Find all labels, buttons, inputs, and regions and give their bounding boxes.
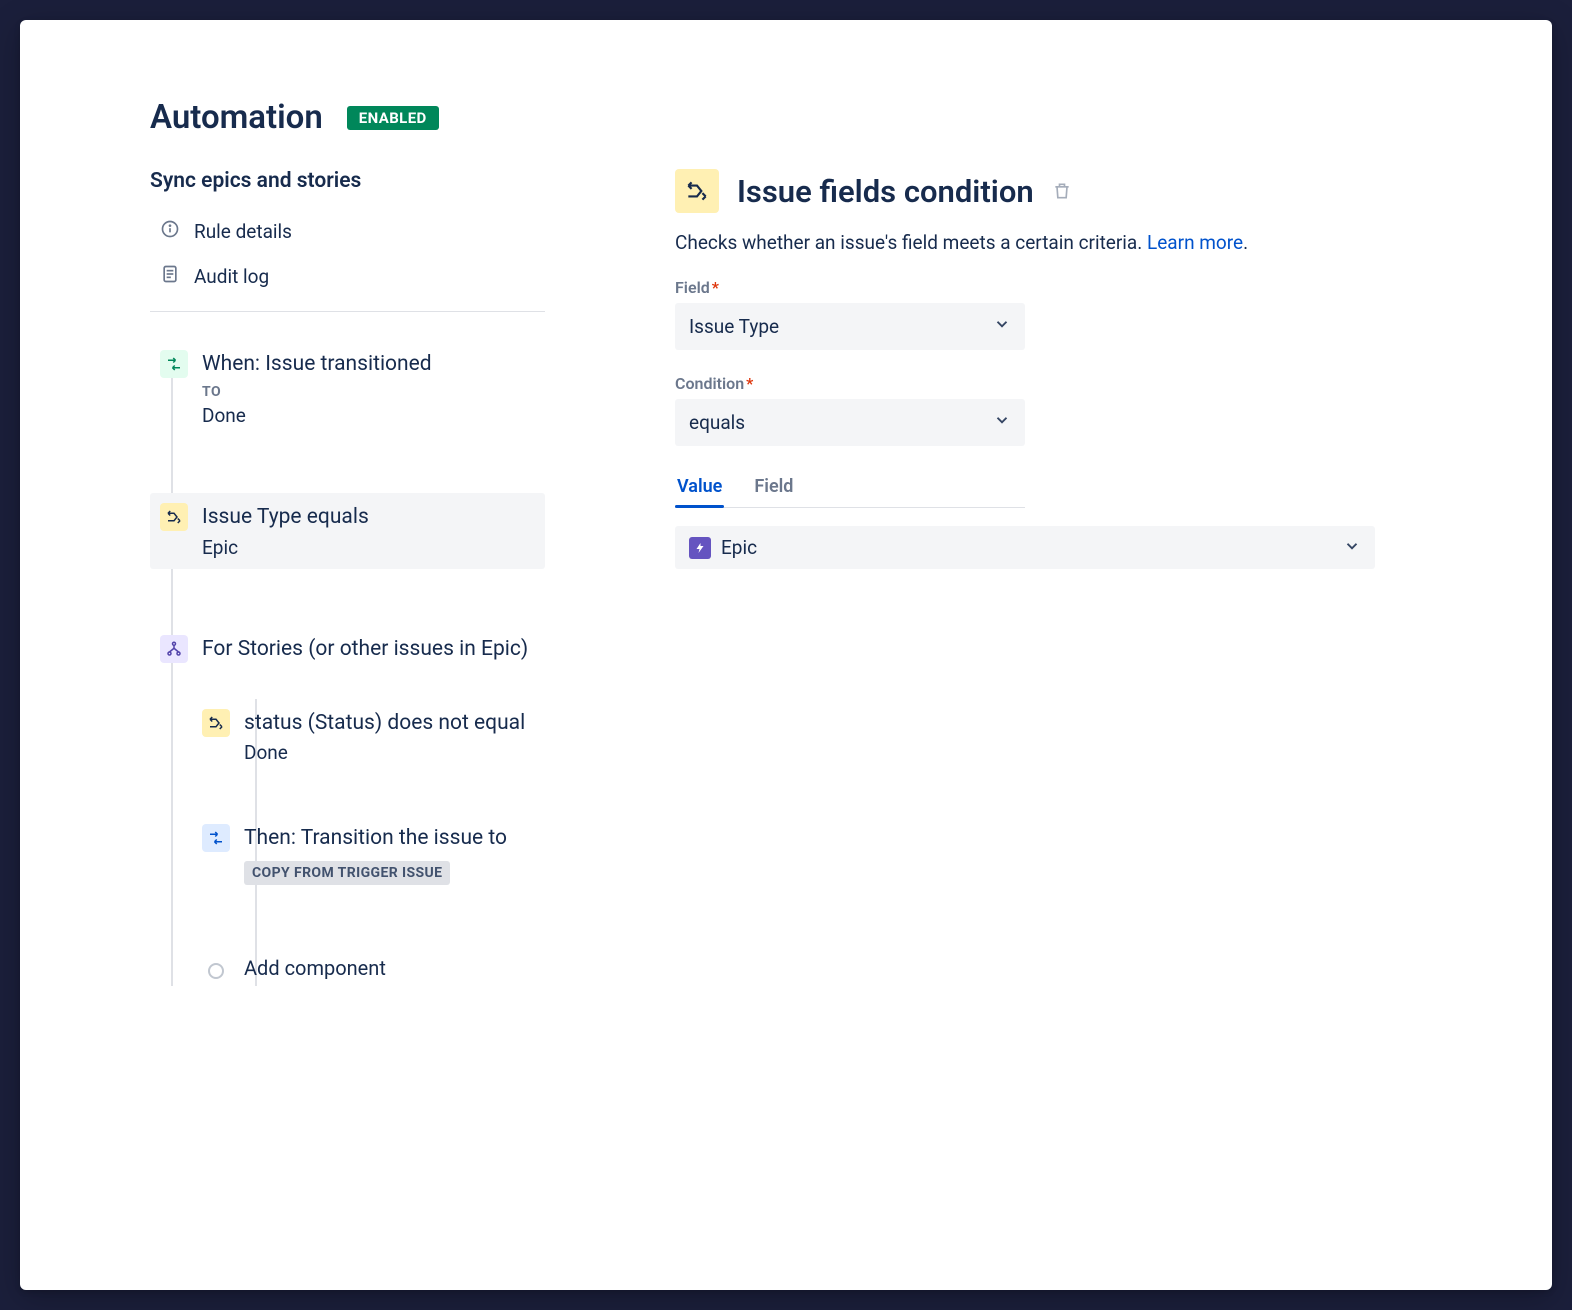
add-component-label: Add component (244, 955, 386, 982)
tab-value[interactable]: Value (675, 470, 724, 507)
flow-condition[interactable]: Issue Type equals Epic (150, 493, 545, 568)
field-label: Field* (675, 278, 1442, 297)
detail-title: Issue fields condition (737, 173, 1034, 210)
learn-more-link[interactable]: Learn more (1147, 231, 1243, 254)
condition-icon (202, 709, 230, 737)
detail-pane: Issue fields condition Checks whether an… (675, 169, 1442, 986)
audit-log-label: Audit log (194, 265, 269, 288)
rule-details-label: Rule details (194, 220, 292, 243)
condition-icon (675, 169, 719, 213)
delete-button[interactable] (1052, 181, 1072, 201)
action-icon (202, 824, 230, 852)
add-component-button[interactable]: Add component (192, 951, 545, 986)
status-badge: ENABLED (347, 106, 439, 130)
flow-condition-value: Epic (202, 536, 531, 559)
info-icon (160, 219, 180, 244)
flow-trigger-title: When: Issue transitioned (202, 350, 531, 378)
branch-icon (160, 635, 188, 663)
condition-select[interactable]: equals (675, 399, 1025, 446)
page-title: Automation (150, 98, 323, 137)
value-select-value: Epic (721, 536, 757, 559)
epic-icon (689, 537, 711, 559)
flow-trigger[interactable]: When: Issue transitioned TO Done (150, 340, 545, 437)
add-dot-icon (208, 963, 224, 979)
transition-icon (160, 350, 188, 378)
flow-nested-condition[interactable]: status (Status) does not equal Done (192, 699, 545, 774)
flow-branch-title: For Stories (or other issues in Epic) (202, 635, 531, 663)
flow-action-title: Then: Transition the issue to (244, 824, 531, 852)
chevron-down-icon (1343, 537, 1361, 559)
flow-trigger-to-value: Done (202, 404, 531, 427)
chevron-down-icon (993, 411, 1011, 434)
list-icon (160, 264, 180, 289)
flow-condition-title: Issue Type equals (202, 503, 531, 531)
tab-field[interactable]: Field (752, 470, 795, 507)
condition-select-value: equals (689, 411, 745, 434)
flow-action-badge: COPY FROM TRIGGER ISSUE (244, 861, 450, 885)
sidebar-divider (150, 311, 545, 312)
value-select[interactable]: Epic (675, 526, 1375, 569)
rule-details-link[interactable]: Rule details (150, 209, 545, 254)
condition-icon (160, 503, 188, 531)
rule-sidebar: Sync epics and stories Rule details (150, 169, 545, 986)
flow-nested-condition-value: Done (244, 741, 531, 764)
flow-nested-condition-title: status (Status) does not equal (244, 709, 531, 737)
flow-trigger-to-label: TO (202, 384, 531, 400)
detail-description: Checks whether an issue's field meets a … (675, 231, 1442, 254)
rule-name: Sync epics and stories (150, 169, 545, 193)
flow-branch[interactable]: For Stories (or other issues in Epic) (150, 625, 545, 673)
field-select[interactable]: Issue Type (675, 303, 1025, 350)
value-field-tabs: Value Field (675, 470, 1025, 508)
chevron-down-icon (993, 315, 1011, 338)
audit-log-link[interactable]: Audit log (150, 254, 545, 299)
condition-label: Condition* (675, 374, 1442, 393)
flow-action[interactable]: Then: Transition the issue to COPY FROM … (192, 814, 545, 894)
field-select-value: Issue Type (689, 315, 779, 338)
